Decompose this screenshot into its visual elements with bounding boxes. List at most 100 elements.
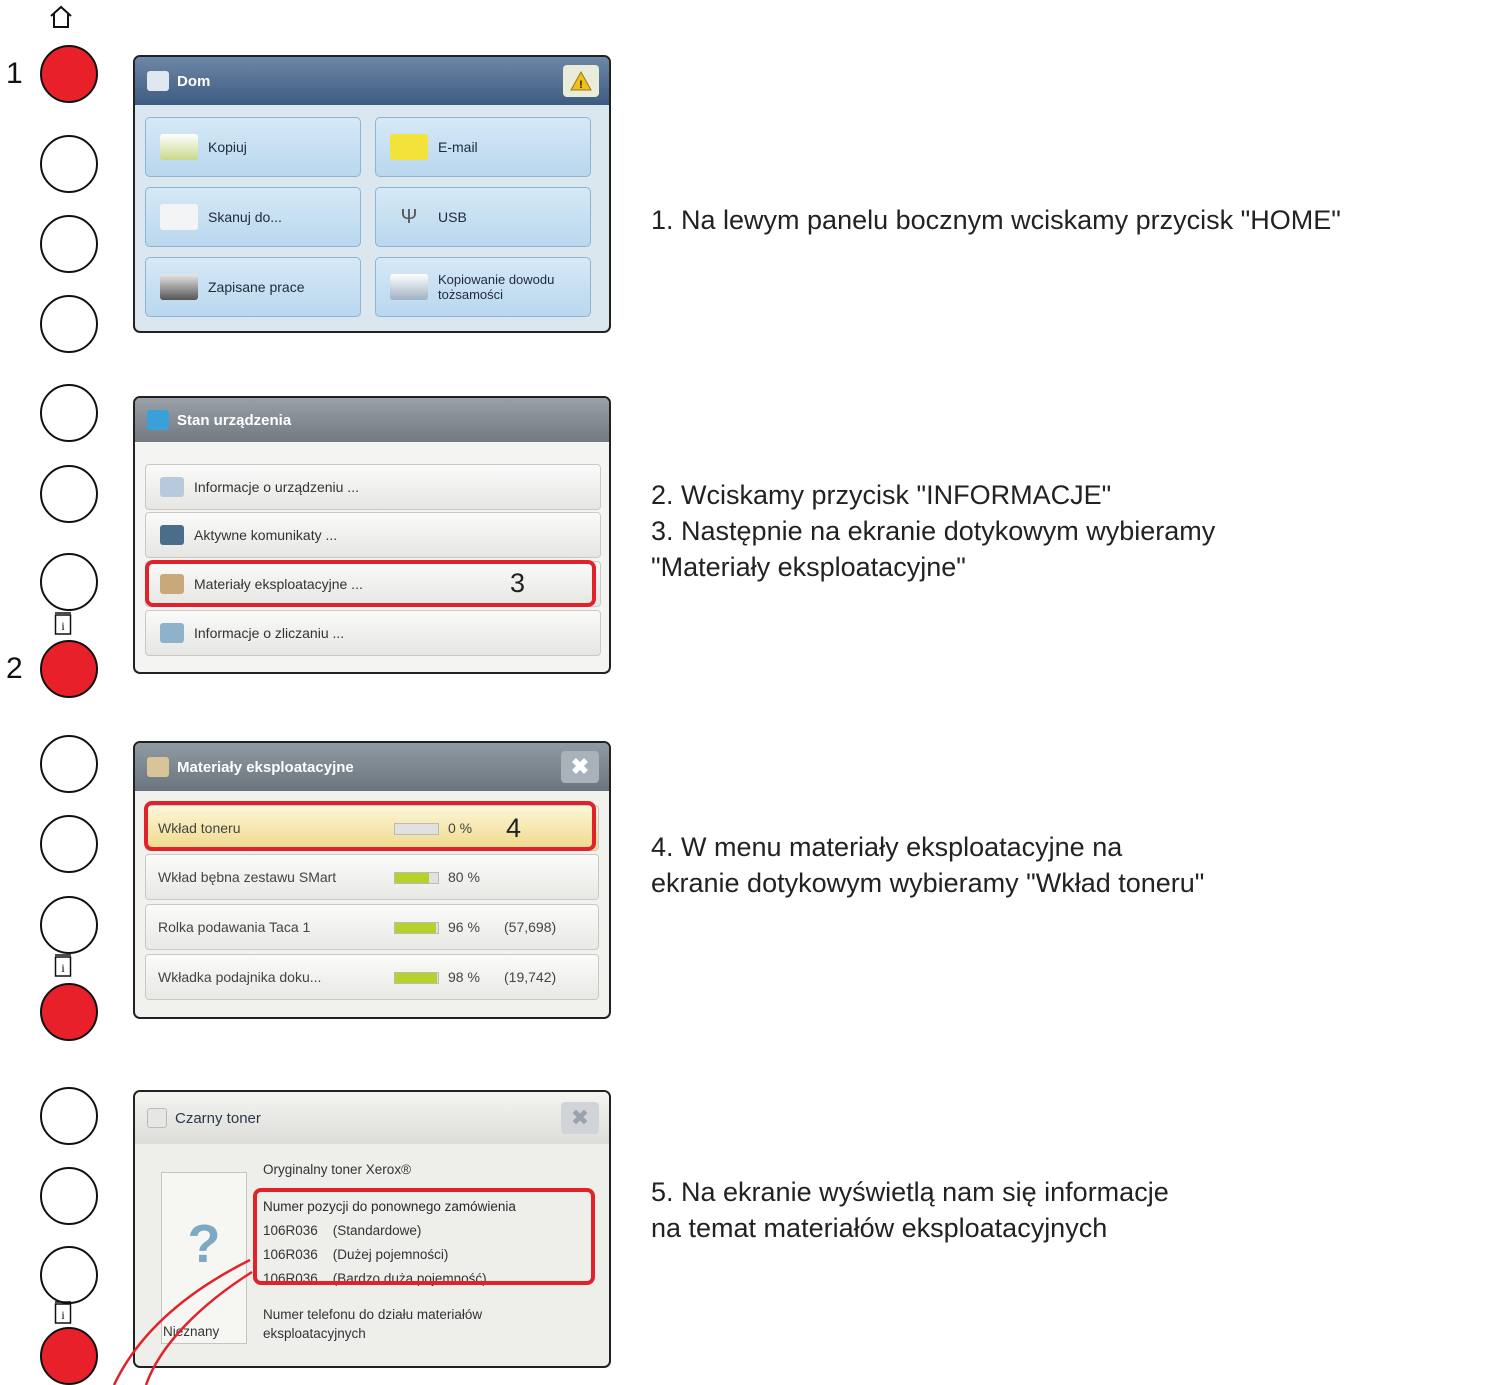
tile-label: E-mail (438, 139, 478, 155)
highlight-part-numbers (253, 1188, 595, 1285)
tile-label: Zapisane prace (208, 279, 305, 295)
instruction-step-1: 1. Na lewym panelu bocznym wciskamy przy… (651, 205, 1341, 235)
highlight-toner (144, 801, 596, 851)
tile-label: Skanuj do... (208, 209, 282, 225)
svg-text:i: i (61, 1308, 65, 1322)
device-button[interactable] (40, 1246, 98, 1304)
level-bar (394, 922, 439, 934)
device-status-panel: Stan urządzenia Informacje o urządzeniu … (133, 396, 611, 674)
panel-title: Stan urządzenia (177, 411, 292, 429)
device-button[interactable] (40, 1167, 98, 1225)
home-screen-icon (147, 71, 169, 91)
device-button[interactable] (40, 815, 98, 873)
tile-label: Kopiowanie dowodu tożsamości (438, 272, 555, 302)
instruction-step-5: 5. Na ekranie wyświetlą nam się informac… (651, 1177, 1169, 1207)
panel-title: Materiały eksploatacyjne (177, 758, 354, 776)
menu-item-device-info[interactable]: Informacje o urządzeniu ... (145, 464, 601, 510)
supply-row[interactable]: Rolka podawania Taca 1 96 % (57,698) (145, 904, 599, 950)
supply-label: Wkładka podajnika doku... (158, 969, 322, 985)
instruction-step-4-cont: ekranie dotykowym wybieramy "Wkład toner… (651, 868, 1205, 898)
billing-icon (160, 623, 184, 643)
menu-item-label: Informacje o urządzeniu ... (194, 479, 359, 495)
highlight-number: 4 (506, 813, 522, 843)
usb-tile[interactable]: Ψ USB (375, 187, 591, 247)
device-button[interactable] (40, 384, 98, 442)
saved-jobs-icon (160, 274, 198, 300)
device-button[interactable] (40, 135, 98, 193)
device-button[interactable] (40, 896, 98, 954)
phone-heading: Numer telefonu do działu materiałów (263, 1307, 483, 1322)
info-icon (147, 1108, 167, 1128)
close-icon[interactable]: ✖ (561, 1102, 599, 1134)
step-number-2: 2 (6, 652, 23, 685)
supplies-panel: Materiały eksploatacyjne ✖ Wkład toneru … (133, 741, 611, 1019)
messages-icon (160, 525, 184, 545)
instruction-step-3-cont: "Materiały eksploatacyjne" (651, 552, 966, 582)
info-button[interactable] (40, 1327, 98, 1385)
panel-header: Czarny toner ✖ (135, 1092, 609, 1144)
device-button[interactable] (40, 1087, 98, 1145)
supply-percent: 96 % (448, 919, 480, 935)
id-copy-tile[interactable]: Kopiowanie dowodu tożsamości (375, 257, 591, 317)
step-number-1: 1 (6, 57, 23, 90)
info-button[interactable] (40, 983, 98, 1041)
panel-title: Czarny toner (175, 1109, 261, 1127)
panel-header: Materiały eksploatacyjne ✖ (135, 743, 609, 791)
device-button[interactable] (40, 735, 98, 793)
instruction-step-4: 4. W menu materiały eksploatacyjne na (651, 832, 1123, 862)
menu-item-label: Aktywne komunikaty ... (194, 527, 338, 543)
svg-text:!: ! (579, 79, 583, 91)
svg-text:i: i (61, 619, 65, 633)
toner-heading: Oryginalny toner Xerox® (263, 1162, 412, 1177)
device-button[interactable] (40, 295, 98, 353)
supply-count: (19,742) (504, 969, 557, 985)
supply-label: Rolka podawania Taca 1 (158, 919, 311, 935)
instruction-step-3: 3. Następnie na ekranie dotykowym wybier… (651, 516, 1216, 546)
home-icon (50, 5, 72, 28)
device-button[interactable] (40, 553, 98, 611)
device-info-icon (160, 477, 184, 497)
tools-icon (147, 410, 169, 430)
info-icon: i (54, 954, 72, 977)
supply-row[interactable]: Wkładka podajnika doku... 98 % (19,742) (145, 954, 599, 1000)
supply-count: (57,698) (504, 919, 557, 935)
supplies-icon (147, 757, 169, 777)
highlight-number: 3 (510, 568, 526, 598)
home-button[interactable] (40, 45, 98, 103)
device-button[interactable] (40, 465, 98, 523)
email-icon (390, 134, 428, 160)
instruction-step-2: 2. Wciskamy przycisk "INFORMACJE" (651, 480, 1112, 510)
supply-percent: 98 % (448, 969, 480, 985)
close-icon[interactable]: ✖ (561, 751, 599, 783)
phone-heading-line2: eksploatacyjnych (263, 1326, 366, 1341)
svg-text:i: i (61, 961, 65, 975)
panel-header: Stan urządzenia (135, 398, 609, 442)
level-bar (394, 872, 439, 884)
supply-percent: 80 % (448, 869, 480, 885)
tile-label: USB (438, 209, 467, 225)
info-button[interactable] (40, 640, 98, 698)
level-bar (394, 972, 439, 984)
scan-tile[interactable]: Skanuj do... (145, 187, 361, 247)
menu-item-billing[interactable]: Informacje o zliczaniu ... (145, 610, 601, 656)
menu-item-active-messages[interactable]: Aktywne komunikaty ... (145, 512, 601, 558)
tile-label: Kopiuj (208, 139, 247, 155)
saved-jobs-tile[interactable]: Zapisane prace (145, 257, 361, 317)
menu-item-label: Informacje o zliczaniu ... (194, 625, 345, 641)
id-card-icon (390, 274, 428, 300)
supply-label: Wkład bębna zestawu SMart (158, 869, 337, 885)
supply-row[interactable]: Wkład bębna zestawu SMart 80 % (145, 854, 599, 900)
device-button[interactable] (40, 215, 98, 273)
copy-icon (160, 134, 198, 160)
pointer-lines (112, 1258, 253, 1385)
panel-header: Dom ! (135, 57, 609, 105)
info-icon: i (54, 1301, 72, 1324)
email-tile[interactable]: E-mail (375, 117, 591, 177)
panel-title: Dom (177, 72, 211, 90)
copy-tile[interactable]: Kopiuj (145, 117, 361, 177)
highlight-supplies (145, 560, 596, 607)
warning-icon[interactable]: ! (563, 65, 599, 97)
usb-icon: Ψ (400, 206, 418, 228)
info-icon: i (54, 612, 72, 635)
home-screen-panel: Dom ! Kopiuj E-mail Skanuj do... Ψ USB Z… (133, 55, 611, 333)
